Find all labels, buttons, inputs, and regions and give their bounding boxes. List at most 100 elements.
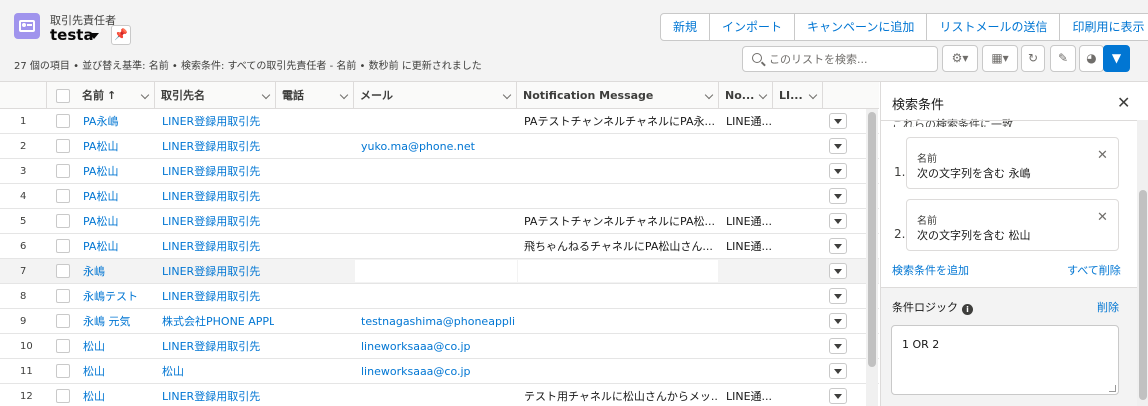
remove-filter-icon[interactable]: ✕ xyxy=(1097,210,1108,225)
filter-button[interactable]: ▼ xyxy=(1103,45,1130,72)
refresh-button[interactable]: ↻ xyxy=(1021,45,1045,72)
table-row[interactable]: 10 松山 LINER登録用取引先 lineworksaaa@co.jp xyxy=(0,334,879,359)
resize-handle-icon[interactable] xyxy=(1109,385,1116,392)
email-link[interactable]: lineworksaaa@co.jp xyxy=(361,359,515,383)
row-actions-dropdown[interactable] xyxy=(829,338,847,354)
account-name-link[interactable]: LINER登録用取引先 xyxy=(162,184,274,208)
contact-name-link[interactable]: 松山 xyxy=(83,334,153,358)
row-actions-dropdown[interactable] xyxy=(829,288,847,304)
email-link[interactable] xyxy=(361,159,515,183)
email-link[interactable] xyxy=(361,384,515,406)
table-row[interactable]: 6 PA松山 LINER登録用取引先 飛ちゃんねるチャネルにPA松山さん... … xyxy=(0,234,879,259)
chevron-down-icon[interactable] xyxy=(339,90,349,100)
filter-panel-scrollbar[interactable] xyxy=(1137,120,1148,406)
filter-item[interactable]: 名前 次の文字列を含む 永嶋 ✕ xyxy=(906,137,1119,189)
row-checkbox[interactable] xyxy=(56,189,70,203)
remove-logic-link[interactable]: 削除 xyxy=(1097,299,1119,315)
row-checkbox[interactable] xyxy=(56,289,70,303)
scrollbar-thumb[interactable] xyxy=(868,112,876,367)
email-link[interactable]: lineworksaaa@co.jp xyxy=(361,334,515,358)
email-link[interactable]: testnagashima@phoneappli.net xyxy=(361,309,515,333)
remove-all-link[interactable]: すべて削除 xyxy=(1067,262,1121,278)
chevron-down-icon[interactable] xyxy=(808,90,818,100)
account-name-link[interactable]: LINER登録用取引先 xyxy=(162,159,274,183)
send-list-email-button[interactable]: リストメールの送信 xyxy=(927,14,1061,40)
printable-view-button[interactable]: 印刷用に表示 xyxy=(1060,14,1148,40)
edit-list-button[interactable]: ✎ xyxy=(1050,45,1076,72)
pin-list-button[interactable]: 📌 xyxy=(111,25,131,45)
contact-name-link[interactable]: 永嶋テスト xyxy=(83,284,153,308)
table-row[interactable]: 2 PA松山 LINER登録用取引先 yuko.ma@phone.net xyxy=(0,134,879,159)
table-scrollbar[interactable] xyxy=(866,109,878,406)
email-link[interactable] xyxy=(361,259,515,283)
scrollbar-thumb[interactable] xyxy=(1139,190,1147,400)
filter-item[interactable]: 名前 次の文字列を含む 松山 ✕ xyxy=(906,199,1119,251)
table-row[interactable]: 8 永嶋テスト LINER登録用取引先 xyxy=(0,284,879,309)
chevron-down-icon[interactable] xyxy=(261,90,271,100)
account-name-link[interactable]: LINER登録用取引先 xyxy=(162,259,274,283)
row-checkbox[interactable] xyxy=(56,139,70,153)
account-name-link[interactable]: 株式会社PHONE APPLI xyxy=(162,309,274,333)
column-header-li[interactable]: LI... xyxy=(773,82,823,109)
add-to-campaign-button[interactable]: キャンペーンに追加 xyxy=(795,14,928,40)
contact-name-link[interactable]: PA松山 xyxy=(83,184,153,208)
contact-name-link[interactable]: PA松山 xyxy=(83,159,153,183)
column-header-email[interactable]: メール xyxy=(354,82,517,109)
account-name-link[interactable]: LINER登録用取引先 xyxy=(162,234,274,258)
row-actions-dropdown[interactable] xyxy=(829,388,847,404)
table-row[interactable]: 4 PA松山 LINER登録用取引先 xyxy=(0,184,879,209)
row-actions-dropdown[interactable] xyxy=(829,163,847,179)
table-row[interactable]: 9 永嶋 元気 株式会社PHONE APPLI testnagashima@ph… xyxy=(0,309,879,334)
row-actions-dropdown[interactable] xyxy=(829,213,847,229)
contact-name-link[interactable]: PA松山 xyxy=(83,234,153,258)
email-link[interactable] xyxy=(361,184,515,208)
account-name-link[interactable]: LINER登録用取引先 xyxy=(162,134,274,158)
account-name-link[interactable]: LINER登録用取引先 xyxy=(162,384,274,406)
account-name-link[interactable]: LINER登録用取引先 xyxy=(162,209,274,233)
column-header-account[interactable]: 取引先名 xyxy=(155,82,276,109)
email-link[interactable] xyxy=(361,284,515,308)
list-search-input[interactable] xyxy=(769,50,933,68)
contact-name-link[interactable]: 松山 xyxy=(83,359,153,383)
email-link[interactable] xyxy=(361,209,515,233)
add-filter-link[interactable]: 検索条件を追加 xyxy=(892,262,969,278)
filter-logic-textarea[interactable]: 1 OR 2 xyxy=(891,325,1119,395)
chevron-down-icon[interactable] xyxy=(704,90,714,100)
list-view-name[interactable]: testa xyxy=(50,26,94,44)
table-row[interactable]: 3 PA松山 LINER登録用取引先 xyxy=(0,159,879,184)
row-checkbox[interactable] xyxy=(56,239,70,253)
chevron-down-icon[interactable] xyxy=(758,90,768,100)
email-link[interactable]: yuko.ma@phone.net xyxy=(361,134,515,158)
column-header-phone[interactable]: 電話 xyxy=(276,82,354,109)
chevron-down-icon[interactable] xyxy=(502,90,512,100)
chevron-down-icon[interactable] xyxy=(140,90,150,100)
email-link[interactable] xyxy=(361,109,515,133)
row-checkbox[interactable] xyxy=(56,389,70,403)
row-checkbox[interactable] xyxy=(56,264,70,278)
contact-name-link[interactable]: 永嶋 元気 xyxy=(83,309,153,333)
row-checkbox[interactable] xyxy=(56,314,70,328)
table-row[interactable]: 5 PA松山 LINER登録用取引先 PAテストチャンネルチャネルにPA松...… xyxy=(0,209,879,234)
account-name-link[interactable]: LINER登録用取引先 xyxy=(162,109,274,133)
contact-name-link[interactable]: PA松山 xyxy=(83,134,153,158)
row-actions-dropdown[interactable] xyxy=(829,363,847,379)
table-row[interactable]: 7 永嶋 LINER登録用取引先 xyxy=(0,259,879,284)
list-view-caret-icon[interactable] xyxy=(89,33,99,39)
email-link[interactable] xyxy=(361,234,515,258)
contact-name-link[interactable]: 松山 xyxy=(83,384,153,406)
row-checkbox[interactable] xyxy=(56,364,70,378)
account-name-link[interactable]: LINER登録用取引先 xyxy=(162,284,274,308)
row-actions-dropdown[interactable] xyxy=(829,188,847,204)
row-checkbox[interactable] xyxy=(56,114,70,128)
column-header-notification-message[interactable]: Notification Message xyxy=(517,82,719,109)
row-checkbox[interactable] xyxy=(56,339,70,353)
row-actions-dropdown[interactable] xyxy=(829,113,847,129)
row-actions-dropdown[interactable] xyxy=(829,238,847,254)
table-row[interactable]: 11 松山 松山 lineworksaaa@co.jp xyxy=(0,359,879,384)
contact-name-link[interactable]: 永嶋 xyxy=(83,259,153,283)
column-header-no[interactable]: No... xyxy=(719,82,773,109)
contact-name-link[interactable]: PA永嶋 xyxy=(83,109,153,133)
account-name-link[interactable]: 松山 xyxy=(162,359,274,383)
close-icon[interactable]: ✕ xyxy=(1117,93,1130,112)
row-checkbox[interactable] xyxy=(56,214,70,228)
